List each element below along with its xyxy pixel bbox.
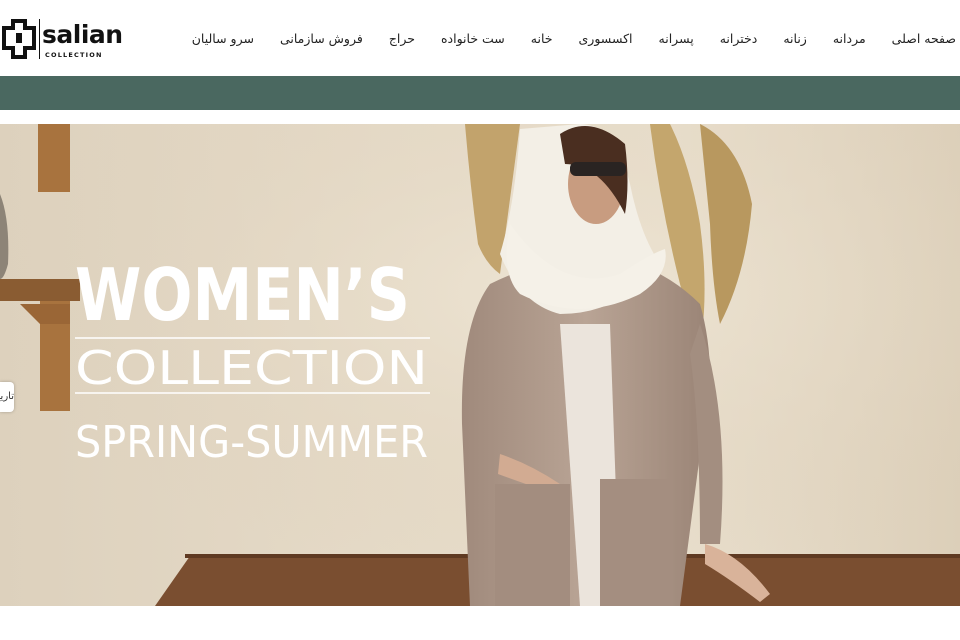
hero-season: SPRING-SUMMER: [75, 417, 428, 468]
nav-item-house[interactable]: خانه: [531, 31, 553, 46]
site-header: salian COLLECTION صفحه اصلی مردانه زنانه…: [0, 0, 960, 76]
hero-subtitle: COLLECTION: [75, 341, 428, 395]
brand-subtitle: COLLECTION: [45, 51, 103, 59]
nav-item-accessories[interactable]: اکسسوری: [579, 31, 633, 46]
nav-item-sale[interactable]: حراج: [389, 31, 415, 46]
hero-banner[interactable]: WOMEN’S COLLECTION SPRING-SUMMER: [0, 124, 960, 606]
hero-title: WOMEN’S: [75, 253, 410, 337]
logo-divider: [39, 19, 40, 59]
brand-logo[interactable]: salian COLLECTION: [2, 17, 123, 61]
nav-item-family-set[interactable]: ست خانواده: [441, 31, 505, 46]
announcement-bar: [0, 76, 960, 110]
nav-item-girls[interactable]: دخترانه: [720, 31, 758, 46]
nav-item-women[interactable]: زنانه: [783, 31, 807, 46]
side-tab[interactable]: تاریخ: [0, 382, 14, 412]
logo-cross-icon: [2, 19, 36, 59]
main-nav: صفحه اصلی مردانه زنانه دخترانه پسرانه اک…: [192, 28, 956, 48]
nav-item-boys[interactable]: پسرانه: [659, 31, 694, 46]
nav-item-sarv-salian[interactable]: سرو سالیان: [192, 31, 254, 46]
nav-item-home[interactable]: صفحه اصلی: [892, 31, 956, 46]
nav-item-corporate-sales[interactable]: فروش سازمانی: [280, 31, 363, 46]
hero-illustration: WOMEN’S COLLECTION SPRING-SUMMER: [0, 124, 960, 606]
nav-item-men[interactable]: مردانه: [833, 31, 866, 46]
brand-name: salian: [42, 20, 123, 49]
